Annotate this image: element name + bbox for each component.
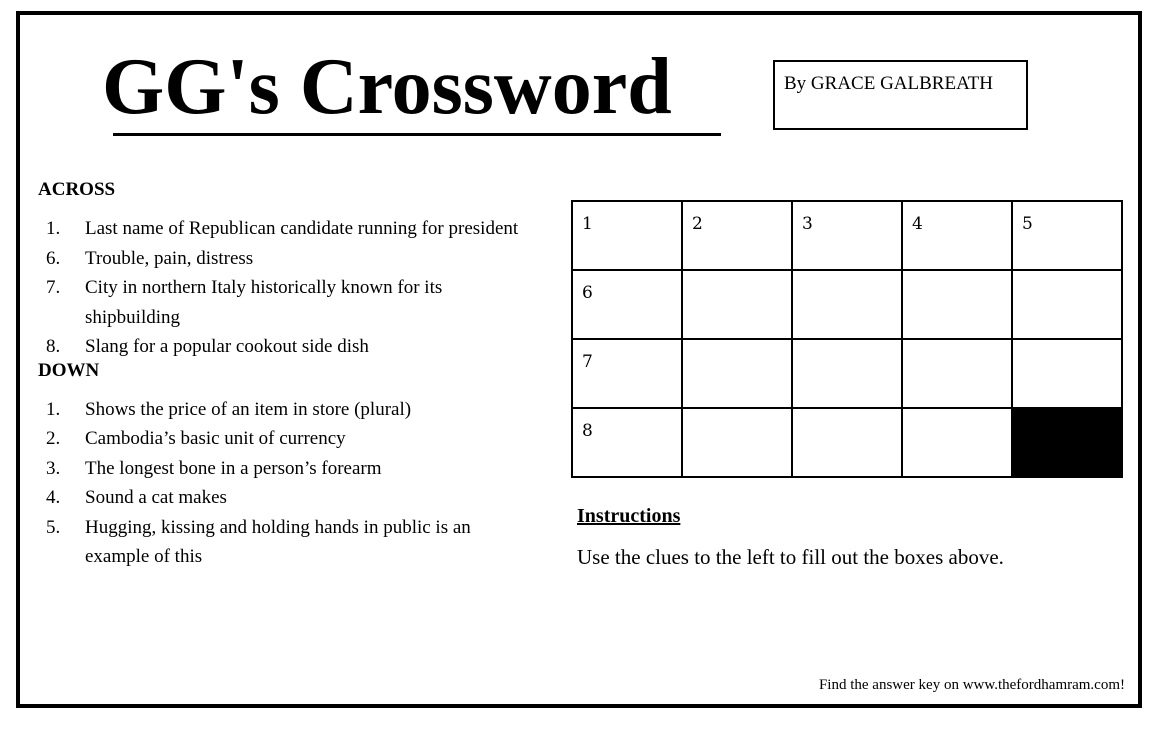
grid-cell[interactable]: 2 (681, 200, 793, 271)
clue-number: 6. (46, 247, 61, 269)
down-clue: 1. Shows the price of an item in store (p… (38, 395, 538, 425)
across-clue: 7. City in northern Italy historically kn… (38, 273, 538, 332)
clue-text: Cambodia’s basic unit of currency (85, 428, 346, 449)
clue-text: The longest bone in a person’s forearm (85, 457, 382, 479)
grid-cell[interactable] (1011, 269, 1123, 340)
clue-number: 3. (46, 457, 61, 479)
grid-cell[interactable] (901, 407, 1013, 478)
clue-text: Trouble, pain, distress (85, 247, 254, 269)
grid-cell[interactable] (681, 269, 793, 340)
grid-cell[interactable]: 6 (571, 269, 683, 340)
clue-text: Hugging, kissing and holding hands in pu… (85, 516, 471, 568)
cell-number: 4 (912, 214, 923, 234)
instructions-heading: Instructions (577, 505, 681, 527)
cell-number: 8 (582, 421, 593, 441)
clue-text: Slang for a popular cookout side dish (85, 336, 369, 357)
across-heading: ACROSS (38, 179, 116, 200)
grid-cell[interactable]: 4 (901, 200, 1013, 271)
down-clue: 3. The longest bone in a person’s forearm (38, 454, 538, 484)
clue-number: 4. (46, 487, 61, 508)
down-clue: 4. Sound a cat makes (38, 483, 538, 513)
down-heading: DOWN (38, 359, 100, 381)
grid-cell[interactable] (681, 407, 793, 478)
across-clue: 8. Slang for a popular cookout side dish (38, 332, 538, 362)
byline: By GRACE GALBREATH (784, 73, 994, 94)
across-clue: 6. Trouble, pain, distress (38, 244, 538, 274)
grid-cell[interactable]: 7 (571, 338, 683, 409)
grid-cell[interactable]: 5 (1011, 200, 1123, 271)
clue-number: 7. (46, 277, 61, 298)
grid-cell-blocked (1011, 407, 1123, 478)
title-underline (113, 133, 721, 136)
grid-cell[interactable] (681, 338, 793, 409)
clue-number: 1. (46, 398, 61, 420)
grid-row: 1 2 3 4 5 (571, 200, 1123, 271)
grid-cell[interactable] (901, 338, 1013, 409)
clue-number: 1. (46, 218, 61, 239)
instructions-text: Use the clues to the left to fill out th… (577, 545, 1004, 569)
grid-row: 7 (571, 338, 1123, 409)
grid-cell[interactable]: 1 (571, 200, 683, 271)
cell-number: 3 (802, 214, 813, 234)
grid-cell[interactable] (791, 407, 903, 478)
clue-number: 2. (46, 428, 61, 449)
cell-number: 2 (692, 214, 703, 234)
grid-cell[interactable]: 3 (791, 200, 903, 271)
grid-cell[interactable] (1011, 338, 1123, 409)
clue-number: 5. (46, 516, 61, 538)
clue-text: Last name of Republican candidate runnin… (85, 218, 519, 239)
down-clue: 5. Hugging, kissing and holding hands in … (38, 513, 538, 572)
cell-number: 5 (1022, 214, 1033, 234)
answer-key-note: Find the answer key on www.thefordhamram… (818, 677, 1125, 693)
grid-cell[interactable] (791, 338, 903, 409)
grid-row: 6 (571, 269, 1123, 340)
down-clue-list: 1. Shows the price of an item in store (p… (38, 395, 538, 572)
cell-number: 1 (582, 214, 593, 234)
grid-row: 8 (571, 407, 1123, 478)
clue-text: City in northern Italy historically know… (85, 277, 443, 328)
clue-text: Sound a cat makes (85, 487, 227, 508)
crossword-grid: 1 2 3 4 5 6 7 8 (571, 200, 1123, 478)
grid-cell[interactable] (901, 269, 1013, 340)
grid-cell[interactable]: 8 (571, 407, 683, 478)
down-clue: 2. Cambodia’s basic unit of currency (38, 424, 538, 454)
cell-number: 6 (582, 283, 593, 303)
page-title: GG's Crossword (102, 43, 672, 131)
clue-text: Shows the price of an item in store (plu… (85, 398, 412, 420)
across-clue: 1. Last name of Republican candidate runn… (38, 214, 538, 244)
grid-cell[interactable] (791, 269, 903, 340)
clues-panel: ACROSS 1. Last name of Republican candida… (38, 177, 538, 572)
across-clue-list: 1. Last name of Republican candidate runn… (38, 214, 538, 362)
byline-box: By GRACE GALBREATH (773, 60, 1028, 130)
cell-number: 7 (582, 352, 593, 372)
